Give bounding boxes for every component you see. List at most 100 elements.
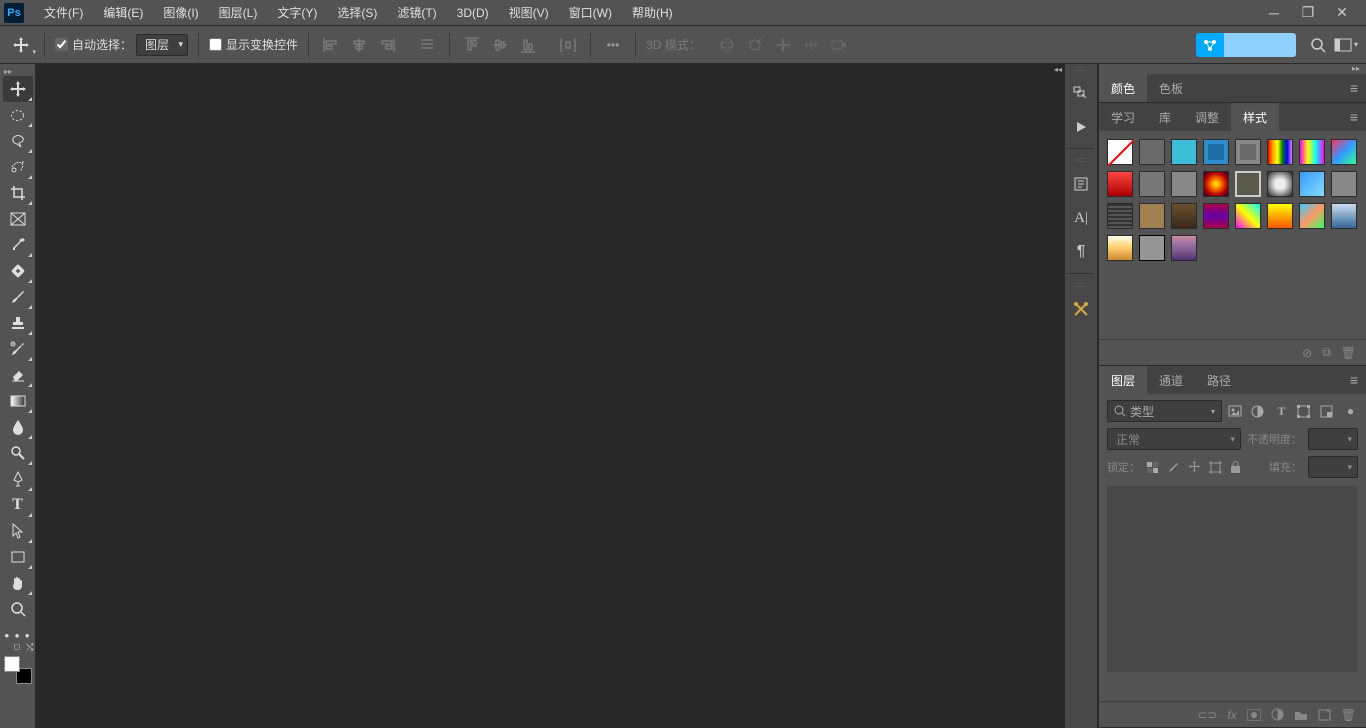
style-swatch[interactable] — [1139, 235, 1165, 261]
menu-file[interactable]: 文件(F) — [34, 0, 93, 25]
zoom-tool[interactable] — [3, 596, 33, 622]
filter-toggle-icon[interactable]: ● — [1343, 404, 1358, 418]
blur-tool[interactable] — [3, 414, 33, 440]
gradient-tool[interactable] — [3, 388, 33, 414]
show-transform-checkbox[interactable]: 显示变换控件 — [209, 36, 298, 53]
3d-roll-icon[interactable] — [743, 33, 767, 57]
panels-collapse-icon[interactable]: ▸▸ — [1099, 64, 1366, 74]
style-swatch[interactable] — [1267, 171, 1293, 197]
style-swatch[interactable] — [1267, 139, 1293, 165]
tab-swatches[interactable]: 色板 — [1147, 74, 1195, 102]
style-swatch[interactable] — [1139, 171, 1165, 197]
clear-style-icon[interactable]: ⊘ — [1302, 346, 1312, 360]
style-swatch[interactable] — [1267, 203, 1293, 229]
frame-tool[interactable] — [3, 206, 33, 232]
align-vcenter-icon[interactable] — [488, 33, 512, 57]
align-right-icon[interactable] — [375, 33, 399, 57]
more-options-icon[interactable]: ••• — [601, 33, 625, 57]
lock-artboard-icon[interactable] — [1209, 461, 1224, 474]
3d-pan-icon[interactable] — [771, 33, 795, 57]
style-swatch[interactable] — [1331, 203, 1357, 229]
path-select-tool[interactable] — [3, 518, 33, 544]
move-tool[interactable] — [3, 76, 33, 102]
shape-tool[interactable] — [3, 544, 33, 570]
heal-tool[interactable] — [3, 258, 33, 284]
style-swatch[interactable] — [1107, 235, 1133, 261]
style-swatch[interactable] — [1331, 139, 1357, 165]
lock-pixels-icon[interactable] — [1146, 461, 1161, 474]
maximize-button[interactable]: ❐ — [1298, 3, 1318, 23]
paragraph-panel-icon[interactable]: ¶ — [1066, 237, 1096, 267]
new-style-icon[interactable]: ⧉ — [1322, 345, 1331, 360]
lasso-tool[interactable] — [3, 128, 33, 154]
filter-shape-icon[interactable] — [1297, 405, 1312, 418]
pen-tool[interactable] — [3, 466, 33, 492]
search-icon[interactable] — [1310, 37, 1326, 53]
filter-adjust-icon[interactable] — [1251, 405, 1266, 418]
style-swatch[interactable] — [1203, 171, 1229, 197]
type-tool[interactable]: T — [3, 492, 33, 518]
style-swatch[interactable] — [1299, 139, 1325, 165]
marquee-tool[interactable] — [3, 102, 33, 128]
actions-panel-icon[interactable] — [1066, 112, 1096, 142]
style-swatch[interactable] — [1171, 203, 1197, 229]
menu-window[interactable]: 窗口(W) — [559, 0, 622, 25]
menu-view[interactable]: 视图(V) — [499, 0, 559, 25]
auto-select-target-dropdown[interactable]: 图层 — [136, 34, 188, 56]
delete-style-icon[interactable]: 🗑 — [1341, 346, 1356, 360]
filter-type-icon[interactable]: T — [1274, 404, 1289, 419]
3d-orbit-icon[interactable] — [715, 33, 739, 57]
default-colors-icon[interactable]: ◻ — [14, 642, 21, 653]
style-swatch[interactable] — [1203, 203, 1229, 229]
style-none[interactable] — [1107, 139, 1133, 165]
fill-field[interactable] — [1308, 456, 1358, 478]
menu-layer[interactable]: 图层(L) — [209, 0, 268, 25]
align-bottom-icon[interactable] — [516, 33, 540, 57]
style-swatch[interactable] — [1107, 171, 1133, 197]
current-tool-move-icon[interactable]: ▾ — [8, 32, 34, 58]
menu-filter[interactable]: 滤镜(T) — [387, 0, 446, 25]
foreground-color[interactable] — [4, 656, 20, 672]
layers-list[interactable] — [1107, 486, 1358, 672]
style-swatch[interactable] — [1171, 139, 1197, 165]
color-panel-menu-icon[interactable]: ≡ — [1346, 80, 1362, 96]
layer-mask-icon[interactable] — [1247, 709, 1261, 721]
blend-mode-dropdown[interactable]: 正常 — [1107, 428, 1241, 450]
align-hcenter-icon[interactable] — [347, 33, 371, 57]
styles-panel-menu-icon[interactable]: ≡ — [1346, 109, 1362, 125]
panel-collapse-left-icon[interactable]: ◂◂ — [1052, 64, 1064, 74]
style-swatch[interactable] — [1299, 203, 1325, 229]
menu-type[interactable]: 文字(Y) — [267, 0, 327, 25]
filter-pixel-icon[interactable] — [1228, 405, 1243, 417]
toolkit-panel-icon[interactable] — [1066, 294, 1096, 324]
properties-panel-icon[interactable] — [1066, 169, 1096, 199]
quick-select-tool[interactable] — [3, 154, 33, 180]
eyedropper-tool[interactable] — [3, 232, 33, 258]
3d-slide-icon[interactable] — [799, 33, 823, 57]
toolbar-expand-icon[interactable]: ▸▸ — [0, 66, 35, 76]
align-top-icon[interactable] — [460, 33, 484, 57]
screen-mode-icon[interactable]: ▾ — [1334, 38, 1358, 52]
close-button[interactable]: ✕ — [1332, 3, 1352, 23]
lock-position-icon[interactable] — [1188, 461, 1203, 474]
align-justify-icon[interactable] — [415, 33, 439, 57]
style-swatch[interactable] — [1299, 171, 1325, 197]
tab-learn[interactable]: 学习 — [1099, 103, 1147, 131]
opacity-field[interactable] — [1308, 428, 1358, 450]
tab-library[interactable]: 库 — [1147, 103, 1183, 131]
cloud-share-box[interactable] — [1196, 33, 1296, 57]
style-swatch[interactable] — [1203, 139, 1229, 165]
hand-tool[interactable] — [3, 570, 33, 596]
style-swatch[interactable] — [1235, 203, 1261, 229]
link-layers-icon[interactable]: ⊂⊃ — [1197, 708, 1217, 722]
style-swatch[interactable] — [1171, 171, 1197, 197]
auto-select-checkbox[interactable]: 自动选择： — [55, 36, 132, 53]
style-swatch[interactable] — [1331, 171, 1357, 197]
dock-grip[interactable]: :::::: — [1065, 64, 1097, 74]
lock-all-icon[interactable] — [1230, 461, 1245, 474]
style-swatch[interactable] — [1139, 203, 1165, 229]
tab-adjust[interactable]: 调整 — [1183, 103, 1231, 131]
stamp-tool[interactable] — [3, 310, 33, 336]
tab-layers[interactable]: 图层 — [1099, 366, 1147, 394]
dock-grip-3[interactable]: :::::: — [1065, 280, 1097, 290]
